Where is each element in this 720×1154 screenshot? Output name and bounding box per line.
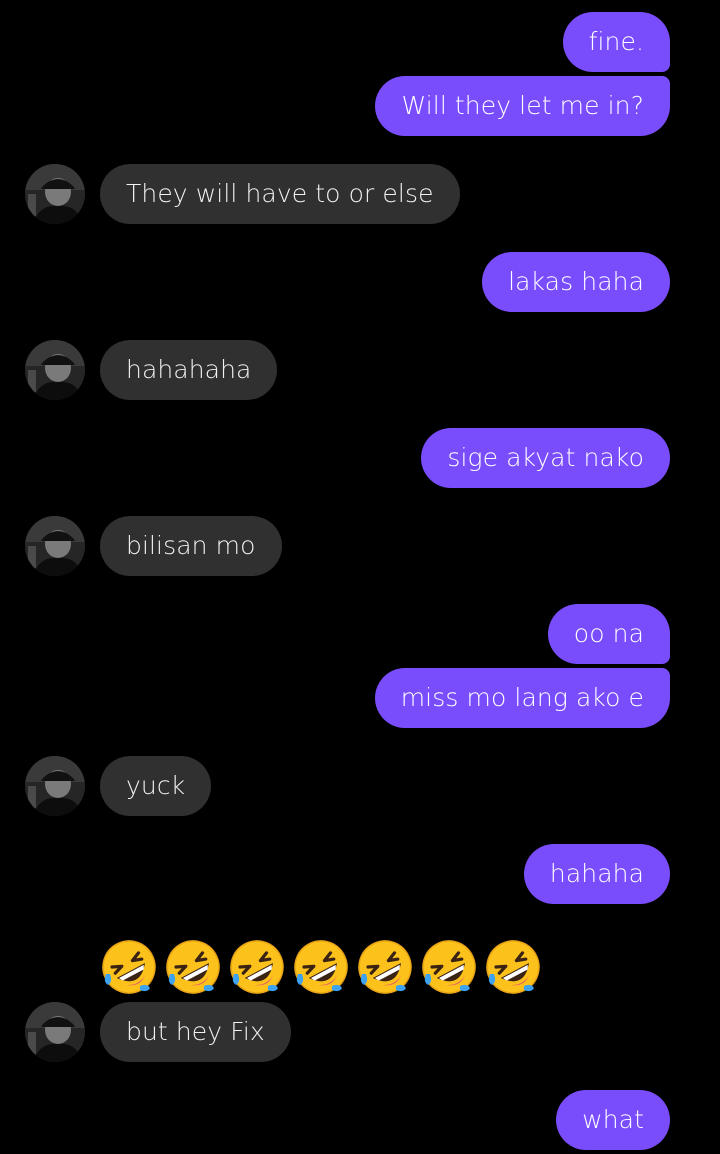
contact-avatar[interactable] <box>25 1002 85 1062</box>
contact-avatar[interactable] <box>25 756 85 816</box>
sent-message-bubble[interactable]: hahaha <box>523 844 670 904</box>
message-row-sent: what <box>0 1090 720 1150</box>
rolling-on-floor-laughing-icon <box>358 940 412 994</box>
message-row-sent: sige akyat nako <box>0 428 720 488</box>
message-row-received: but hey Fix <box>0 1002 720 1062</box>
rolling-on-floor-laughing-icon <box>294 940 348 994</box>
sent-message-bubble[interactable]: sige akyat nako <box>421 428 670 488</box>
message-row-received: hahahaha <box>0 340 720 400</box>
received-message-bubble[interactable]: bilisan mo <box>100 516 282 576</box>
contact-avatar[interactable] <box>25 516 85 576</box>
rolling-on-floor-laughing-icon <box>102 940 156 994</box>
message-row-sent: hahaha <box>0 844 720 904</box>
message-row-received: bilisan mo <box>0 516 720 576</box>
sent-message-bubble[interactable]: fine. <box>562 12 670 72</box>
message-row-sent: oo na <box>0 604 720 664</box>
message-row-sent: miss mo lang ako e <box>0 668 720 728</box>
sent-message-bubble[interactable]: oo na <box>547 604 670 664</box>
sent-message-bubble[interactable]: what <box>556 1090 670 1150</box>
received-message-bubble[interactable]: yuck <box>100 756 212 816</box>
contact-avatar[interactable] <box>25 164 85 224</box>
emoji-message[interactable] <box>100 938 542 996</box>
chat-thread: fine. Will they let me in? They will hav… <box>0 0 720 1154</box>
received-message-bubble[interactable]: but hey Fix <box>100 1002 291 1062</box>
contact-avatar[interactable] <box>25 340 85 400</box>
sent-message-bubble[interactable]: miss mo lang ako e <box>374 668 670 728</box>
received-message-bubble[interactable]: They will have to or else <box>100 164 460 224</box>
rolling-on-floor-laughing-icon <box>422 940 476 994</box>
message-row-received: They will have to or else <box>0 164 720 224</box>
rolling-on-floor-laughing-icon <box>486 940 540 994</box>
message-row-received: yuck <box>0 756 720 816</box>
sent-message-bubble[interactable]: lakas haha <box>482 252 670 312</box>
message-row-sent: fine. <box>0 12 720 72</box>
received-message-bubble[interactable]: hahahaha <box>100 340 278 400</box>
rolling-on-floor-laughing-icon <box>166 940 220 994</box>
rolling-on-floor-laughing-icon <box>230 940 284 994</box>
sent-message-bubble[interactable]: Will they let me in? <box>375 76 670 136</box>
message-row-sent: lakas haha <box>0 252 720 312</box>
message-row-sent: Will they let me in? <box>0 76 720 136</box>
